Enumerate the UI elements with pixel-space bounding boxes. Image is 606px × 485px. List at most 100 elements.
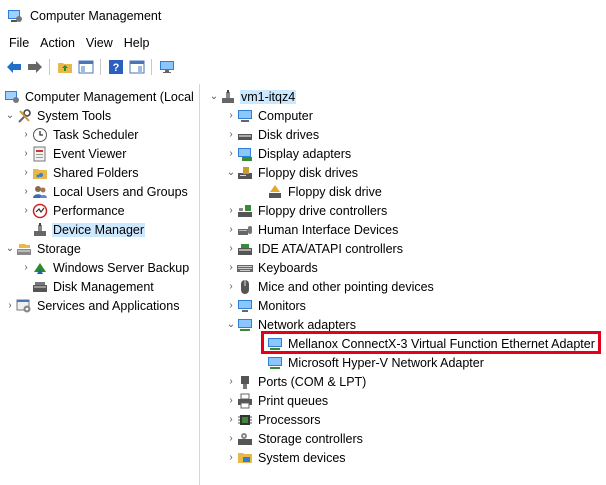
toolbar-separator [151,59,152,75]
tree-item-task-scheduler[interactable]: › Task Scheduler [20,125,139,144]
tree-item-event-viewer[interactable]: › Event Viewer [20,144,127,163]
device-category-system-devices[interactable]: › System devices [225,448,347,467]
toolbar-separator [49,59,50,75]
system-device-icon [237,450,253,466]
keyboard-icon [237,260,253,276]
tree-item-device-manager[interactable]: Device Manager [32,220,146,239]
device-host[interactable]: ⌄ vm1-itqz4 [208,87,297,106]
chevron-right-icon[interactable]: › [225,429,237,448]
chevron-right-icon[interactable]: › [225,391,237,410]
chevron-right-icon[interactable]: › [225,277,237,296]
device-category-label: Ports (COM & LPT) [258,374,367,389]
device-label: Floppy disk drive [288,184,382,199]
device-category-label: Storage controllers [258,431,363,446]
chevron-down-icon[interactable]: ⌄ [225,163,237,182]
network-adapter-icon [267,355,283,371]
device-category-label: Computer [258,108,313,123]
chevron-right-icon[interactable]: › [225,201,237,220]
help-icon[interactable]: ? [106,58,126,76]
monitor-icon [237,108,253,124]
storage-icon [16,241,32,257]
chevron-right-icon[interactable]: › [4,296,16,315]
chevron-down-icon[interactable]: ⌄ [208,87,220,106]
chevron-right-icon[interactable]: › [225,144,237,163]
forward-icon[interactable] [25,58,45,76]
show-hide-tree-icon[interactable] [76,58,96,76]
properties-icon[interactable] [127,58,147,76]
tree-item-windows-server-backup[interactable]: › Windows Server Backup [20,258,190,277]
device-category-floppy-controllers[interactable]: › Floppy drive controllers [225,201,388,220]
device-category-floppy-disk-drives[interactable]: ⌄ Floppy disk drives [225,163,359,182]
device-category-monitors[interactable]: › Monitors [225,296,307,315]
device-category-storage-controllers[interactable]: › Storage controllers [225,429,364,448]
chevron-down-icon[interactable]: ⌄ [225,315,237,334]
processor-icon [237,412,253,428]
tree-item-storage[interactable]: ⌄ Storage [4,239,82,258]
device-category-display-adapters[interactable]: › Display adapters [225,144,352,163]
chevron-right-icon[interactable]: › [225,448,237,467]
device-category-label: Processors [258,412,321,427]
display-adapter-icon [237,146,253,162]
printer-icon [237,393,253,409]
device-category-label: Floppy drive controllers [258,203,388,218]
tree-item-disk-management[interactable]: Disk Management [32,277,155,296]
tree-item-shared-folders[interactable]: › Shared Folders [20,163,139,182]
device-category-label: Display adapters [258,146,352,161]
device-category-keyboards[interactable]: › Keyboards [225,258,319,277]
device-category-processors[interactable]: › Processors [225,410,322,429]
tree-item-performance[interactable]: › Performance [20,201,126,220]
chevron-right-icon[interactable]: › [225,410,237,429]
chevron-down-icon[interactable]: ⌄ [4,239,16,258]
chevron-right-icon[interactable]: › [20,258,32,277]
menu-help[interactable]: Help [123,36,151,50]
menu-action[interactable]: Action [39,36,76,50]
chevron-right-icon[interactable]: › [225,220,237,239]
title-bar: Computer Management [0,0,606,32]
tree-item-label: System Tools [37,108,112,123]
device-category-label: IDE ATA/ATAPI controllers [258,241,403,256]
chevron-right-icon[interactable]: › [20,201,32,220]
menu-file[interactable]: File [8,36,30,50]
menu-view[interactable]: View [85,36,114,50]
device-category-ide[interactable]: › IDE ATA/ATAPI controllers [225,239,404,258]
tree-item-label: Local Users and Groups [53,184,188,199]
tree-item-local-users[interactable]: › Local Users and Groups [20,182,189,201]
chevron-right-icon[interactable]: › [225,125,237,144]
tree-item-root[interactable]: Computer Management (Local [4,87,195,106]
chevron-right-icon[interactable]: › [225,372,237,391]
tree-item-services[interactable]: › Services and Applications [4,296,180,315]
floppy-device-icon [267,184,283,200]
chevron-right-icon[interactable]: › [225,106,237,125]
chevron-right-icon[interactable]: › [20,144,32,163]
chevron-right-icon[interactable]: › [20,182,32,201]
back-icon[interactable] [4,58,24,76]
chevron-right-icon[interactable]: › [225,296,237,315]
tree-item-system-tools[interactable]: ⌄ System Tools [4,106,112,125]
up-folder-icon[interactable] [55,58,75,76]
monitor-icon[interactable] [157,58,177,76]
device-category-label: Keyboards [258,260,318,275]
disk-drive-icon [237,127,253,143]
device-category-print-queues[interactable]: › Print queues [225,391,329,410]
chevron-down-icon[interactable]: ⌄ [4,106,16,125]
device-category-label: Print queues [258,393,329,408]
device-hyperv-adapter[interactable]: Microsoft Hyper-V Network Adapter [267,353,485,372]
tree-item-label: Computer Management (Local [25,89,194,104]
device-category-disk-drives[interactable]: › Disk drives [225,125,320,144]
backup-icon [32,260,48,276]
ide-controller-icon [237,241,253,257]
device-floppy-disk-drive[interactable]: Floppy disk drive [267,182,383,201]
device-category-mice[interactable]: › Mice and other pointing devices [225,277,435,296]
chevron-right-icon[interactable]: › [225,239,237,258]
device-category-hid[interactable]: › Human Interface Devices [225,220,399,239]
menu-bar: File Action View Help [0,34,151,52]
chevron-right-icon[interactable]: › [20,163,32,182]
chevron-right-icon[interactable]: › [20,125,32,144]
device-category-label: Network adapters [258,317,356,332]
chevron-right-icon[interactable]: › [225,258,237,277]
device-category-computer[interactable]: › Computer [225,106,314,125]
services-icon [16,298,32,314]
device-tree: ⌄ vm1-itqz4 › Computer › Disk drives › D… [205,84,606,485]
disk-management-icon [32,279,48,295]
device-category-ports[interactable]: › Ports (COM & LPT) [225,372,367,391]
